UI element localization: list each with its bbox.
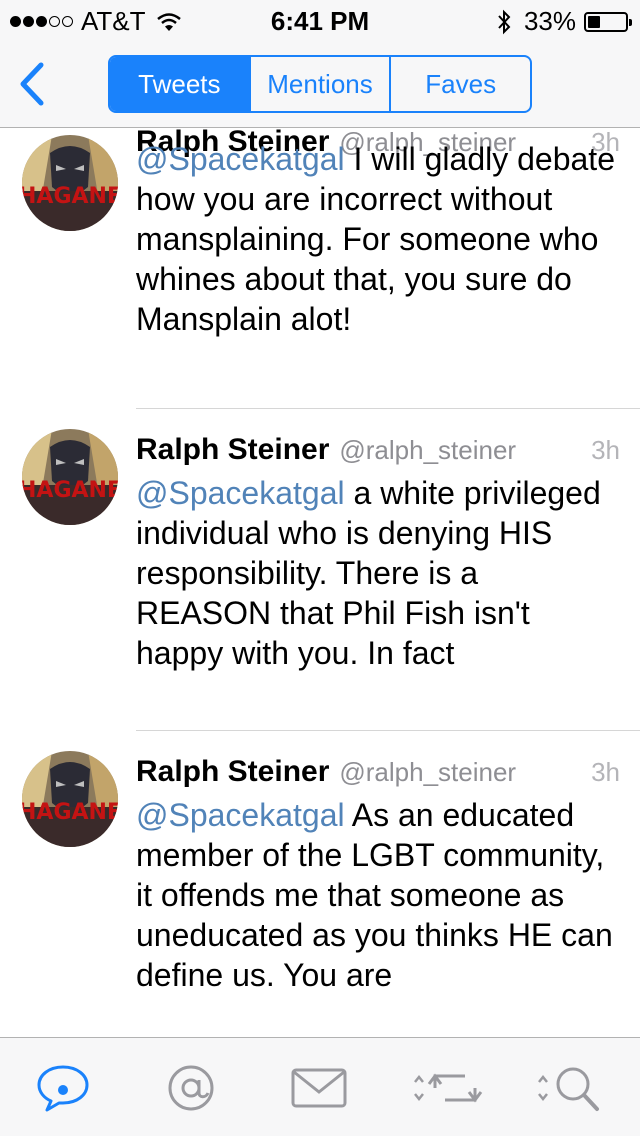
tab-activity[interactable] [392,1038,502,1136]
svg-text:HAGANE: HAGANE [22,184,118,209]
chevron-left-icon [20,62,44,106]
tweet-row[interactable]: HAGANE Ralph Steiner @ralph_steiner 3h @… [0,129,640,409]
search-icon [538,1067,599,1111]
tab-discover[interactable] [520,1038,630,1136]
envelope-icon [291,1068,347,1107]
avatar-image: HAGANE [22,429,118,525]
avatar[interactable]: HAGANE [22,751,118,847]
status-right: 33% [496,6,632,37]
author-name[interactable]: Ralph Steiner [136,755,329,789]
tweet-text: @Spacekatgal a white privileged individu… [136,473,616,673]
avatar-image: HAGANE [22,751,118,847]
author-name[interactable]: Ralph Steiner [136,433,329,467]
timeline-segmented-control: Tweets Mentions Faves [108,55,532,113]
tweet-timeline[interactable]: HAGANE Ralph Steiner @ralph_steiner 3h @… [0,129,640,1037]
battery-percent: 33% [523,6,576,36]
navigation-bar: Tweets Mentions Faves [0,40,640,128]
tweet-text: @Spacekatgal As an educated member of th… [136,795,616,995]
bluetooth-icon [498,9,511,34]
avatar-image: HAGANE [22,135,118,231]
avatar[interactable]: HAGANE [22,429,118,525]
author-handle: @ralph_steiner [339,757,517,787]
segment-faves[interactable]: Faves [389,57,530,111]
tweet-timestamp: 3h [591,435,620,465]
tweet-timestamp: 3h [591,757,620,787]
mention-link[interactable]: @Spacekatgal [136,797,345,833]
mention-link[interactable]: @Spacekatgal [136,475,345,511]
status-bar: AT&T 6:41 PM 33% [0,0,640,40]
active-tab-indicator [58,1085,68,1095]
tab-bar [0,1037,640,1136]
battery-icon [584,11,632,32]
tweet-row[interactable]: HAGANE Ralph Steiner @ralph_steiner 3h @… [0,731,640,1037]
segment-tweets[interactable]: Tweets [110,57,249,111]
svg-text:HAGANE: HAGANE [22,478,118,503]
tweet-text: @Spacekatgal I will gladly debate how yo… [136,139,616,339]
tweet-row[interactable]: HAGANE Ralph Steiner @ralph_steiner 3h @… [0,409,640,731]
at-sign-icon [168,1065,214,1110]
svg-text:HAGANE: HAGANE [22,800,118,825]
back-button[interactable] [10,54,54,114]
tweet-header: Ralph Steiner @ralph_steiner 3h [136,433,620,467]
tweet-header: Ralph Steiner @ralph_steiner 3h [136,755,620,789]
avatar[interactable]: HAGANE [22,135,118,231]
author-handle: @ralph_steiner [339,435,517,465]
segment-mentions[interactable]: Mentions [248,57,390,111]
tab-messages[interactable] [264,1038,374,1136]
retweet-icon [414,1073,483,1102]
battery-level [588,15,600,28]
mention-link[interactable]: @Spacekatgal [136,141,345,177]
tab-mentions[interactable] [136,1038,246,1136]
